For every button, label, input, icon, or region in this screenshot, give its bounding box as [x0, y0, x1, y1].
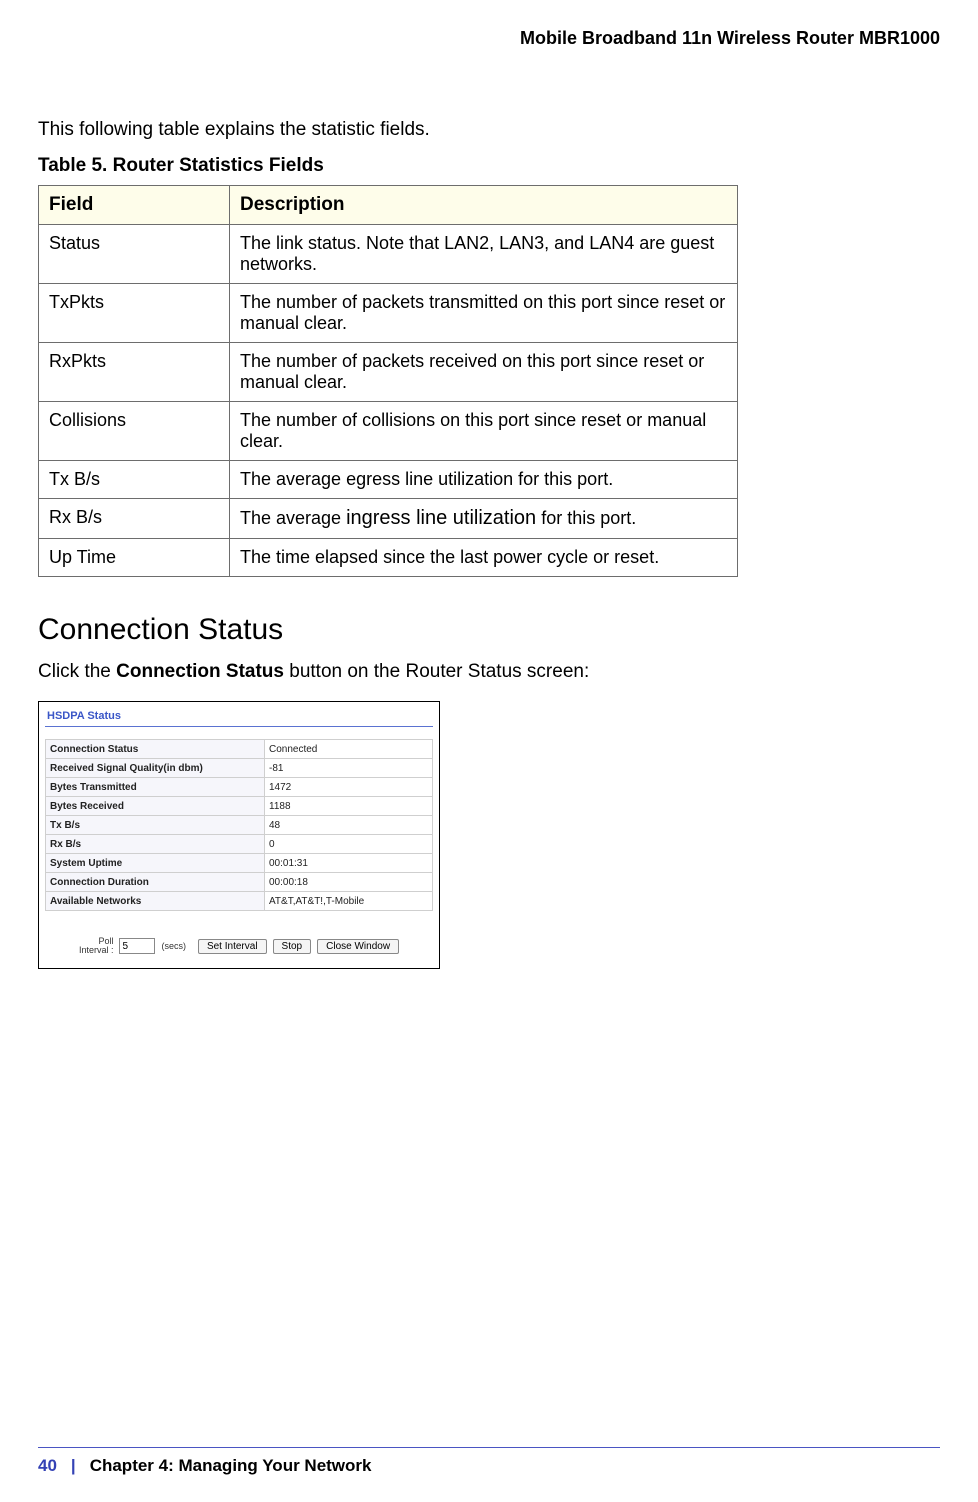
click-pre: Click the [38, 661, 116, 682]
desc-cell: The average ingress line utilization for… [230, 499, 738, 539]
table-row: Received Signal Quality(in dbm)-81 [46, 759, 433, 778]
hsdpa-status-panel: HSDPA Status Connection StatusConnected … [38, 701, 440, 969]
stat-value: 00:00:18 [265, 873, 433, 892]
table-row: Bytes Received1188 [46, 797, 433, 816]
footer-separator: | [71, 1456, 76, 1476]
desc-emph: ingress line utilization [346, 507, 536, 529]
table-row: Rx B/s The average ingress line utilizat… [39, 499, 738, 539]
click-post: button on the Router Status screen: [284, 661, 589, 682]
field-cell: Up Time [39, 539, 230, 577]
desc-cell: The number of packets transmitted on thi… [230, 284, 738, 343]
section-heading: Connection Status [38, 613, 940, 647]
hsdpa-stat-table: Connection StatusConnected Received Sign… [45, 739, 433, 911]
table-row: Collisions The number of collisions on t… [39, 402, 738, 461]
table-row: Status The link status. Note that LAN2, … [39, 225, 738, 284]
stat-key: Connection Status [46, 740, 265, 759]
click-instruction: Click the Connection Status button on th… [38, 661, 940, 683]
table-row: Connection Duration00:00:18 [46, 873, 433, 892]
set-interval-button[interactable]: Set Interval [198, 939, 267, 954]
footer-rule [38, 1447, 940, 1448]
table-row: TxPkts The number of packets transmitted… [39, 284, 738, 343]
poll-interval-input[interactable] [119, 938, 155, 954]
field-cell: Status [39, 225, 230, 284]
table-row: Tx B/s The average egress line utilizati… [39, 461, 738, 499]
stat-key: Rx B/s [46, 835, 265, 854]
panel-title: HSDPA Status [45, 708, 433, 726]
stat-key: Tx B/s [46, 816, 265, 835]
router-statistics-table: Field Description Status The link status… [38, 185, 738, 577]
stat-key: Bytes Received [46, 797, 265, 816]
field-cell: RxPkts [39, 343, 230, 402]
stat-value: Connected [265, 740, 433, 759]
stat-value: 1472 [265, 778, 433, 797]
page-number: 40 [38, 1456, 57, 1476]
panel-divider [45, 726, 433, 727]
table-caption: Table 5. Router Statistics Fields [38, 155, 940, 177]
document-title: Mobile Broadband 11n Wireless Router MBR… [38, 28, 940, 49]
table-row: Up Time The time elapsed since the last … [39, 539, 738, 577]
stat-value: 00:01:31 [265, 854, 433, 873]
field-cell: TxPkts [39, 284, 230, 343]
col-header-description: Description [230, 186, 738, 225]
table-row: Tx B/s48 [46, 816, 433, 835]
stat-key: Bytes Transmitted [46, 778, 265, 797]
desc-cell: The average egress line utilization for … [230, 461, 738, 499]
stat-key: Available Networks [46, 892, 265, 911]
stat-value: 1188 [265, 797, 433, 816]
table-row: Available NetworksAT&T,AT&T!,T-Mobile [46, 892, 433, 911]
poll-label-line2: Interval : [79, 945, 114, 955]
table-row: RxPkts The number of packets received on… [39, 343, 738, 402]
stat-value: 48 [265, 816, 433, 835]
desc-cell: The number of collisions on this port si… [230, 402, 738, 461]
stat-value: -81 [265, 759, 433, 778]
desc-cell: The number of packets received on this p… [230, 343, 738, 402]
stat-value: AT&T,AT&T!,T-Mobile [265, 892, 433, 911]
desc-cell: The time elapsed since the last power cy… [230, 539, 738, 577]
field-cell: Collisions [39, 402, 230, 461]
desc-post: for this port. [536, 508, 636, 528]
desc-pre: The average [240, 508, 346, 528]
field-cell: Tx B/s [39, 461, 230, 499]
table-row: Bytes Transmitted1472 [46, 778, 433, 797]
poll-interval-label: Poll Interval : [79, 937, 114, 956]
page-footer: 40 | Chapter 4: Managing Your Network [0, 1447, 978, 1476]
field-cell: Rx B/s [39, 499, 230, 539]
table-row: Rx B/s0 [46, 835, 433, 854]
stat-value: 0 [265, 835, 433, 854]
stop-button[interactable]: Stop [273, 939, 312, 954]
col-header-field: Field [39, 186, 230, 225]
desc-cell: The link status. Note that LAN2, LAN3, a… [230, 225, 738, 284]
intro-text: This following table explains the statis… [38, 119, 940, 141]
stat-key: System Uptime [46, 854, 265, 873]
chapter-label: Chapter 4: Managing Your Network [90, 1456, 372, 1476]
secs-label: (secs) [161, 941, 186, 951]
table-row: System Uptime00:01:31 [46, 854, 433, 873]
table-row: Connection StatusConnected [46, 740, 433, 759]
stat-key: Connection Duration [46, 873, 265, 892]
click-bold: Connection Status [116, 661, 284, 682]
panel-controls: Poll Interval : (secs) Set Interval Stop… [45, 937, 433, 960]
stat-key: Received Signal Quality(in dbm) [46, 759, 265, 778]
close-window-button[interactable]: Close Window [317, 939, 399, 954]
